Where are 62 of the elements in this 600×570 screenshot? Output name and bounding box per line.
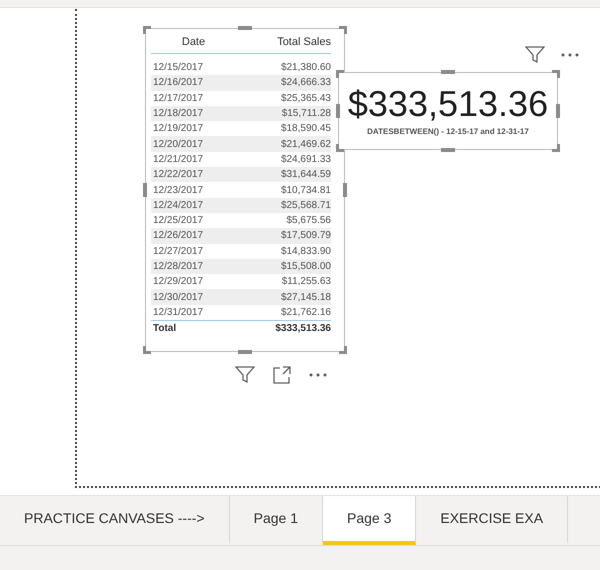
table-cell-text: $14,833.90 [280,244,331,259]
table-cell-text: $18,590.45 [280,122,331,136]
column-header[interactable]: Total Sales [236,34,331,51]
table-cell-text: 12/24/2017 [152,198,204,213]
table-cell-text: $24,666.33 [280,76,331,90]
table-cell-text: 12/21/2017 [152,152,204,167]
resize-handle[interactable] [556,104,560,118]
resize-handle[interactable] [336,104,340,118]
focus-mode-icon[interactable] [273,366,291,384]
filter-icon[interactable] [235,366,255,384]
resize-handle[interactable] [143,346,151,354]
resize-handle[interactable] [441,148,455,152]
table-cell-text: $21,762.16 [280,306,331,320]
resize-handle[interactable] [336,144,344,152]
resize-handle[interactable] [441,70,455,74]
page-tab[interactable]: Page 3 [322,496,416,545]
resize-handle[interactable] [143,26,151,34]
table-cell-text: 12/30/2017 [152,290,204,305]
table-cell-text: $17,509.79 [280,229,331,244]
resize-handle[interactable] [339,346,347,354]
table-cell-text: $15,508.00 [280,260,331,274]
resize-handle[interactable] [552,70,560,78]
table-cell-text: 12/23/2017 [152,184,204,198]
table-cell-text: $15,711.28 [280,107,331,122]
table-cell-text: $11,255.63 [280,275,331,290]
resize-handle[interactable] [339,26,347,34]
table-cell-text: 12/22/2017 [152,168,204,182]
table-cell-text: $25,365.43 [280,92,331,106]
total-label: Total [152,322,178,336]
table-cell-text: 12/31/2017 [152,306,204,320]
resize-handle[interactable] [238,350,252,354]
more-options-icon[interactable] [309,373,327,377]
resize-handle[interactable] [552,144,560,152]
table-cell-text: 12/27/2017 [152,244,204,259]
card-value: $333,513.36 [348,84,548,124]
filter-icon[interactable] [525,46,545,64]
table-cell-text: $27,145.18 [280,290,331,305]
table-cell-text: 12/26/2017 [152,229,204,244]
table-cell-text: $21,469.62 [280,138,331,152]
table-cell-text: 12/15/2017 [152,61,204,76]
table-cell-text: 12/17/2017 [152,92,204,106]
resize-handle[interactable] [343,183,347,197]
table-cell-text: $24,691.33 [280,152,331,167]
table-cell-text: 12/16/2017 [152,76,204,90]
table-cell-text: $25,568.71 [280,198,331,213]
table-cell-text: $5,675.56 [286,214,331,228]
column-header[interactable]: Date [151,34,236,51]
more-options-icon[interactable] [561,53,579,57]
total-value: $333,513.36 [274,322,331,336]
table-cell-text: 12/28/2017 [152,260,204,274]
table-cell-text: 12/18/2017 [152,107,204,122]
card-label: DATESBETWEEN() - 12-15-17 and 12-31-17 [367,126,529,138]
table-cell-text: $21,380.60 [280,61,331,76]
table-cell-text: 12/19/2017 [152,122,204,136]
table-cell-text: 12/29/2017 [152,275,204,290]
resize-handle[interactable] [143,183,147,197]
resize-handle[interactable] [238,26,252,30]
table-cell-text: $10,734.81 [280,184,331,198]
table-cell-text: 12/25/2017 [152,214,204,228]
table-cell-text: 12/20/2017 [152,138,204,152]
table-cell-text: $31,644.59 [280,168,331,182]
resize-handle[interactable] [336,70,344,78]
